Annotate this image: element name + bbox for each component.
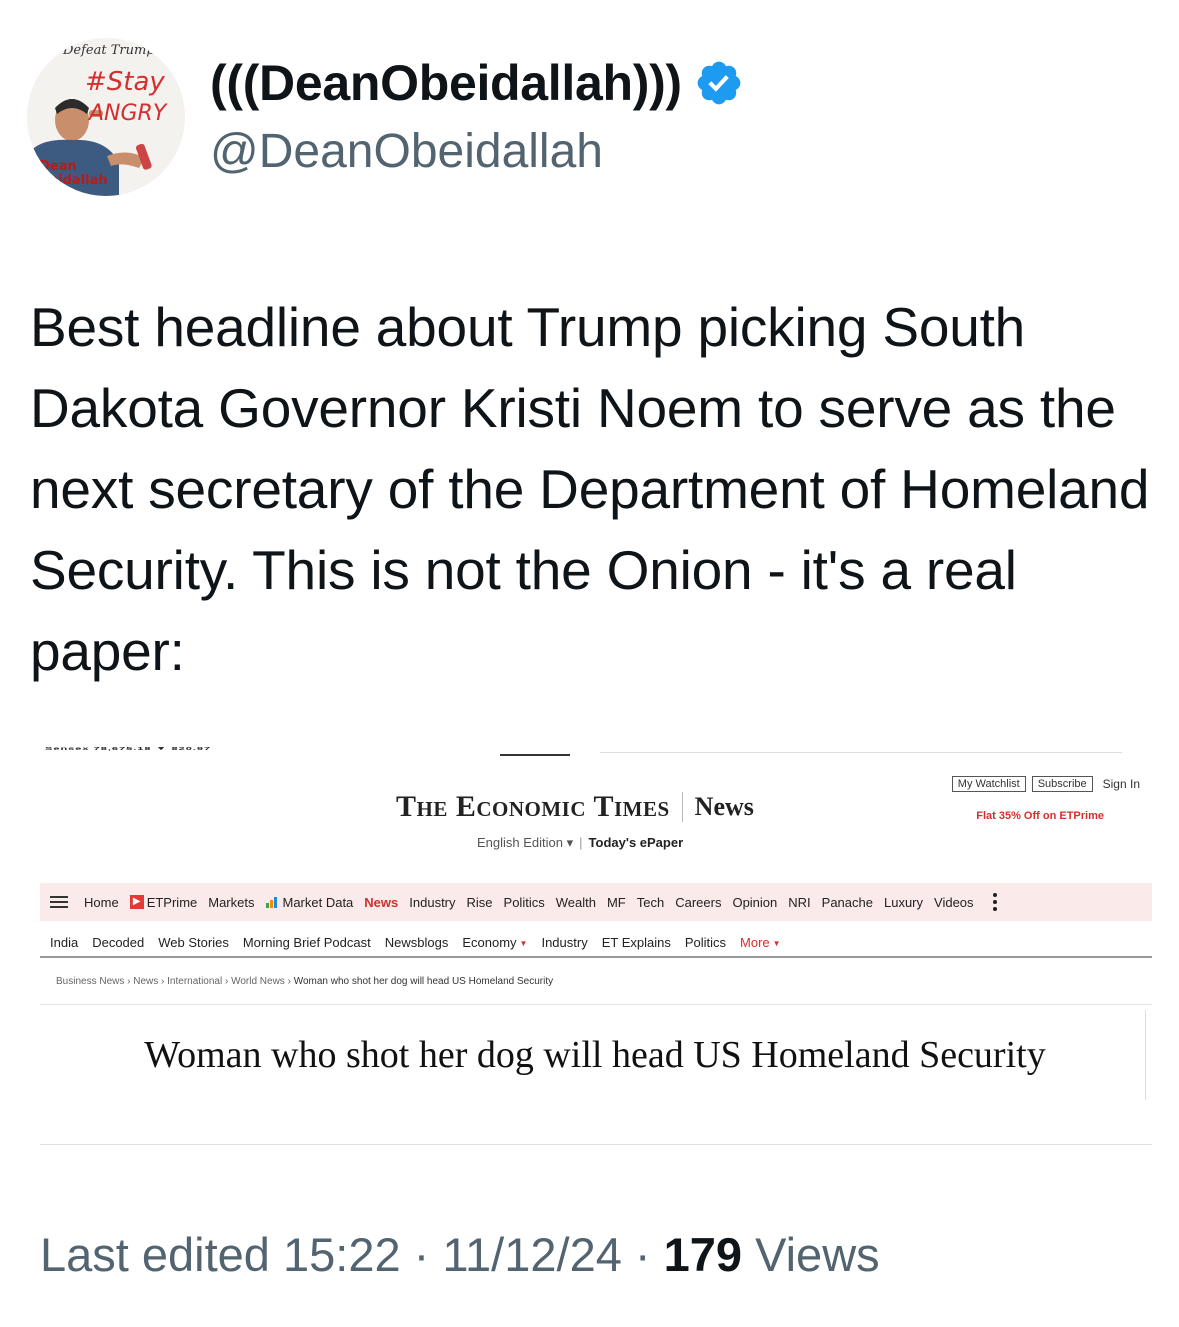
nav-item: ▶ ETPrime bbox=[129, 895, 197, 910]
market-ticker: Sensex 78,675.18 ▼ 820.97 bbox=[45, 746, 212, 752]
nav-item: Luxury bbox=[883, 894, 924, 910]
nav-item: Wealth bbox=[555, 894, 596, 910]
nav-item: Home bbox=[84, 894, 119, 910]
edition-bar: English Edition ▾ | Today's ePaper bbox=[477, 835, 684, 850]
nav-item: Panache bbox=[821, 894, 873, 910]
breadcrumb: Business News › News › International › W… bbox=[56, 976, 554, 987]
avatar-image: Defeat Trump #Stay ANGRY Dean Obeidallah bbox=[27, 38, 185, 196]
main-nav: Home ▶ ETPrime Markets Market Data News I… bbox=[40, 883, 1152, 921]
bar-chart-icon bbox=[265, 895, 279, 909]
site-section: News bbox=[694, 792, 754, 821]
tweet-text: Best headline about Trump picking South … bbox=[30, 296, 1150, 682]
edited-timestamp[interactable]: Last edited 15:22 · 11/12/24 bbox=[40, 1228, 622, 1281]
author-handle[interactable]: @DeanObeidallah bbox=[210, 124, 603, 179]
nav-item: Industry bbox=[409, 894, 456, 910]
views-label: Views bbox=[742, 1228, 880, 1281]
attached-image[interactable]: Sensex 78,675.18 ▼ 820.97 The Economic T… bbox=[40, 740, 1152, 1160]
article-headline: Woman who shot her dog will head US Home… bbox=[144, 1034, 1046, 1076]
site-logo: The Economic Times bbox=[396, 790, 670, 823]
subnav-more: More ▼ bbox=[740, 934, 781, 950]
brand-divider bbox=[681, 792, 683, 822]
subnav-item: India bbox=[50, 934, 79, 950]
subnav-item: Newsblogs bbox=[384, 934, 449, 950]
subscribe-button: Subscribe bbox=[1031, 776, 1093, 792]
svg-text:Defeat Trump: Defeat Trump bbox=[62, 43, 155, 58]
views-count: 179 bbox=[663, 1228, 743, 1281]
nav-item: Tech bbox=[636, 894, 665, 910]
subnav-item: Decoded bbox=[92, 934, 145, 950]
svg-text:ANGRY: ANGRY bbox=[87, 101, 168, 126]
ticker-divider bbox=[600, 752, 1122, 753]
subnav-item: ET Explains bbox=[601, 934, 671, 950]
nav-item: Rise bbox=[466, 894, 493, 910]
divider bbox=[40, 1004, 1152, 1005]
more-menu-icon bbox=[992, 893, 997, 911]
nav-item: NRI bbox=[788, 894, 811, 910]
account-actions: My Watchlist Subscribe Sign In bbox=[951, 776, 1140, 792]
epaper-link: Today's ePaper bbox=[588, 835, 684, 850]
nav-item-active: News bbox=[364, 894, 399, 910]
nav-item: Market Data bbox=[265, 895, 353, 910]
signin-link: Sign In bbox=[1102, 777, 1140, 791]
svg-text:Dean: Dean bbox=[39, 159, 77, 174]
promo-text: Flat 35% Off on ETPrime bbox=[976, 810, 1104, 822]
svg-text:#Stay: #Stay bbox=[85, 67, 165, 97]
ticker-box bbox=[500, 748, 570, 756]
caret-down-icon: ▼ bbox=[519, 938, 528, 948]
subnav-item: Web Stories bbox=[158, 934, 229, 950]
nav-item: Videos bbox=[934, 894, 974, 910]
subnav-item: Industry bbox=[541, 934, 588, 950]
author-display-name[interactable]: (((DeanObeidallah))) bbox=[210, 54, 744, 112]
divider bbox=[40, 1144, 1152, 1145]
nav-item: Markets bbox=[208, 894, 255, 910]
subnav-item: Politics bbox=[684, 934, 727, 950]
nav-item: MF bbox=[606, 894, 626, 910]
edition-select: English Edition ▾ bbox=[477, 835, 574, 850]
display-name-text[interactable]: (((DeanObeidallah))) bbox=[210, 54, 682, 112]
meta-separator: · bbox=[621, 1228, 664, 1281]
caret-down-icon: ▼ bbox=[772, 938, 781, 948]
scrollbar-edge bbox=[1145, 1010, 1152, 1100]
site-brand: The Economic Times News bbox=[396, 790, 754, 824]
subnav-item: Morning Brief Podcast bbox=[242, 934, 371, 950]
nav-item: Careers bbox=[675, 894, 722, 910]
tweet-meta: Last edited 15:22 · 11/12/24 · 179 Views bbox=[40, 1227, 880, 1282]
avatar[interactable]: Defeat Trump #Stay ANGRY Dean Obeidallah bbox=[27, 38, 185, 196]
nav-item: Opinion bbox=[732, 894, 778, 910]
nav-item: Politics bbox=[503, 894, 545, 910]
watchlist-button: My Watchlist bbox=[951, 776, 1026, 792]
menu-icon bbox=[50, 896, 68, 908]
sub-nav: India Decoded Web Stories Morning Brief … bbox=[40, 928, 1152, 958]
verified-badge-icon[interactable] bbox=[694, 58, 744, 108]
subnav-item: Economy ▼ bbox=[462, 934, 528, 950]
etprime-icon: ▶ bbox=[129, 895, 144, 909]
svg-text:Obeidallah: Obeidallah bbox=[29, 173, 108, 188]
